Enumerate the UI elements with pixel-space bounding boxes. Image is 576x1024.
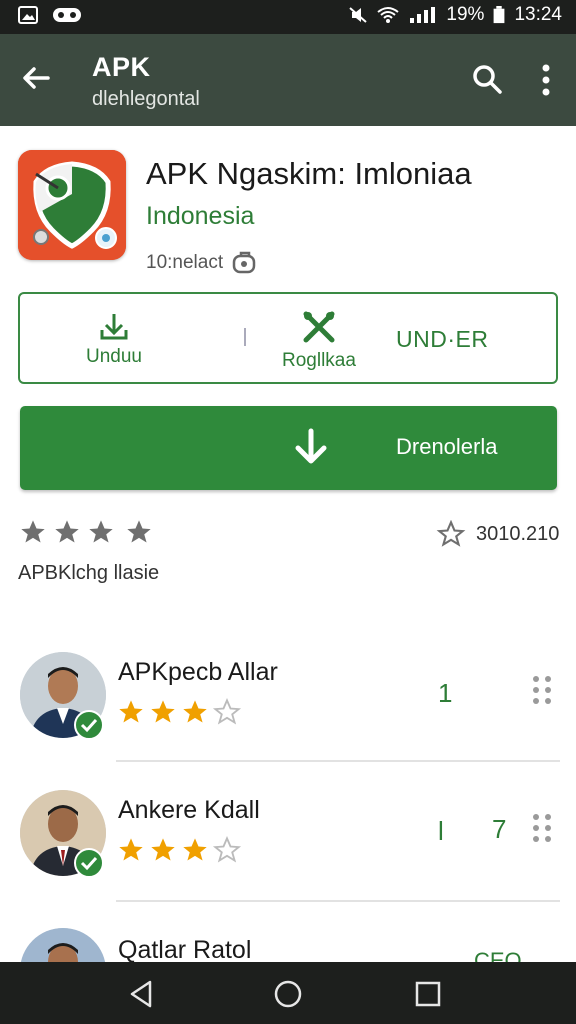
person-photo-icon <box>20 928 106 962</box>
more-vert-icon[interactable] <box>530 62 562 98</box>
review-item[interactable]: APKpecb Allar 1 <box>0 640 576 780</box>
drag-handle-icon[interactable] <box>530 812 554 844</box>
star-icon <box>21 520 45 543</box>
list-divider <box>116 760 560 762</box>
review-stars <box>116 836 242 864</box>
install-button[interactable]: Drenolerla <box>20 406 557 490</box>
image-icon <box>18 6 38 24</box>
app-title: APK Ngaskim: Imloniaa <box>146 156 472 191</box>
review-stars <box>116 698 242 726</box>
verified-check-icon <box>74 848 104 878</box>
star-icon <box>89 520 113 543</box>
nav-back-icon[interactable] <box>126 978 158 1010</box>
review-marker: l <box>438 816 444 846</box>
review-count: 1 <box>438 678 453 708</box>
review-item[interactable]: Ankere Kdall l 7 <box>0 776 576 916</box>
action-divider <box>244 328 246 346</box>
app-logo-icon <box>18 150 126 260</box>
wifi-icon <box>377 7 400 23</box>
app-meta-text: 10:nelact <box>146 252 224 273</box>
back-arrow-icon[interactable] <box>18 60 54 96</box>
app-bar-title: APK <box>92 52 151 82</box>
download-icon <box>100 314 128 340</box>
reviewer-name: APKpecb Allar <box>118 658 278 686</box>
star-icon <box>119 838 143 861</box>
app-bar: APK dlehlegontal <box>0 34 576 126</box>
content-rating-icon <box>232 251 256 274</box>
status-bar: 19% 13:24 <box>0 0 576 34</box>
unduh-button[interactable]: Unduu <box>86 312 142 368</box>
reviewer-name: Ankere Kdall <box>118 796 260 824</box>
star-icon <box>55 520 79 543</box>
app-actions-box: Unduu Rogllkaa UND·ER <box>18 292 558 384</box>
review-count: CEO <box>474 948 522 962</box>
rating-subtitle: APBKlchg llasie <box>18 562 160 584</box>
search-icon[interactable] <box>470 62 504 96</box>
app-meta: 10:nelact <box>146 250 259 276</box>
mute-icon <box>349 7 368 23</box>
list-divider <box>116 900 560 902</box>
star-outline-icon <box>212 698 242 725</box>
rating-count-value: 3010.210 <box>476 522 560 545</box>
app-icon <box>18 150 126 260</box>
rating-stars <box>18 518 154 546</box>
avatar <box>20 928 106 962</box>
unduh-label: Unduu <box>86 346 142 367</box>
battery-icon <box>494 6 505 24</box>
download-arrow-icon <box>295 428 327 464</box>
clock: 13:24 <box>514 4 562 25</box>
verified-check-icon <box>74 710 104 740</box>
rating-count: 3010.210 <box>436 520 559 548</box>
under-label[interactable]: UND·ER <box>396 326 488 353</box>
star-icon <box>183 700 207 723</box>
tools-icon <box>303 311 335 343</box>
review-count: 7 <box>492 814 507 844</box>
star-outline-icon <box>436 520 466 547</box>
voicemail-icon <box>53 8 81 22</box>
signal-icon <box>410 7 436 23</box>
star-icon <box>151 838 175 861</box>
review-item[interactable]: Qatlar Ratol CEO <box>0 916 576 962</box>
nav-home-icon[interactable] <box>272 978 304 1010</box>
star-icon <box>127 520 151 543</box>
install-label: Drenolerla <box>396 434 498 459</box>
battery-percent: 19% <box>446 4 485 25</box>
system-nav-bar <box>0 962 576 1024</box>
star-icon <box>183 838 207 861</box>
app-bar-subtitle: dlehlegontal <box>92 88 200 110</box>
aplikasi-button[interactable]: Rogllkaa <box>282 310 356 372</box>
reviewer-name: Qatlar Ratol <box>118 936 252 962</box>
nav-recents-icon[interactable] <box>412 978 444 1010</box>
app-developer-link[interactable]: Indonesia <box>146 202 254 231</box>
aplikasi-label: Rogllkaa <box>282 350 356 371</box>
star-icon <box>119 700 143 723</box>
drag-handle-icon[interactable] <box>530 674 554 706</box>
star-icon <box>151 700 175 723</box>
star-outline-icon <box>212 836 242 863</box>
